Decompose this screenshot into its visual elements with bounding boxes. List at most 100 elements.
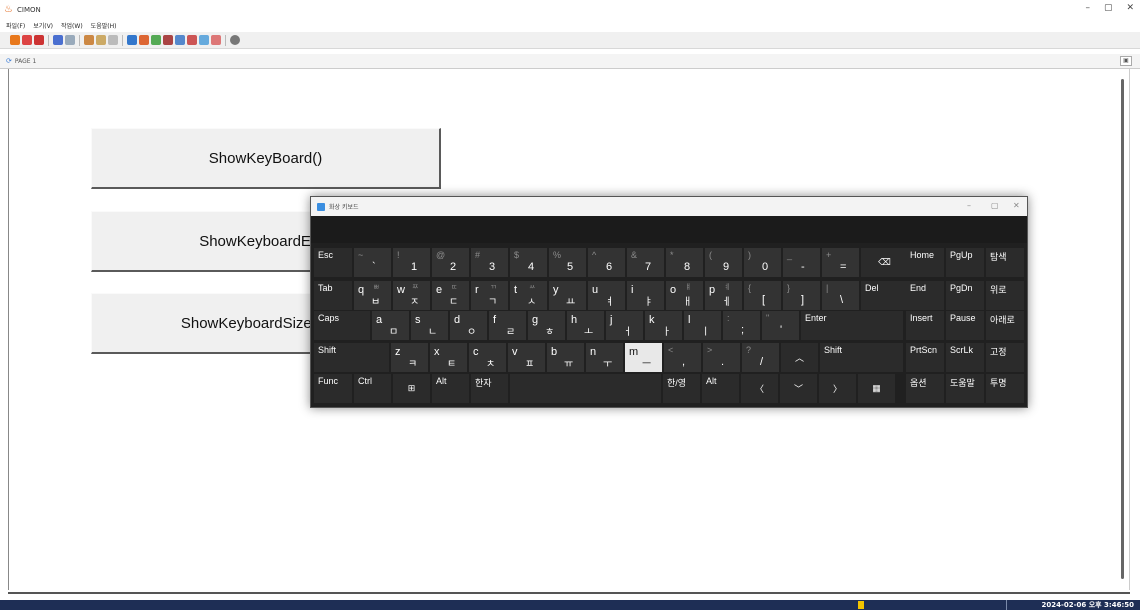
osk-comma-key[interactable]: <, <box>664 343 701 372</box>
osk-fade-key[interactable]: 투명 <box>986 374 1024 403</box>
osk-insert-key[interactable]: Insert <box>906 311 944 340</box>
osk-2-key[interactable]: @2 <box>432 248 469 277</box>
osk-caps-key[interactable]: Caps <box>314 311 370 340</box>
osk-backspace-key[interactable]: ⌫ <box>861 248 908 277</box>
download-icon[interactable] <box>175 35 185 45</box>
osk-f-key[interactable]: fㄹ <box>489 311 526 340</box>
restore-window-icon[interactable]: ▣ <box>1120 56 1132 66</box>
osk-home-key[interactable]: Home <box>906 248 944 277</box>
osk-shift-right-key[interactable]: Shift <box>820 343 903 372</box>
osk-slash-key[interactable]: ? / <box>742 343 779 372</box>
osk-7-key[interactable]: & 7 <box>627 248 664 277</box>
osk-scrlk-key[interactable]: ScrLk <box>946 343 984 372</box>
record-icon[interactable] <box>187 35 197 45</box>
osk-minus-key[interactable]: _ - <box>783 248 820 277</box>
osk-dock-key[interactable]: 고정 <box>986 343 1024 372</box>
osk-6-key[interactable]: ^ 6 <box>588 248 625 277</box>
script-icon[interactable] <box>96 35 106 45</box>
osk-e-key[interactable]: e ㄸㄷ <box>432 281 469 310</box>
osk-8-key[interactable]: * 8 <box>666 248 703 277</box>
save-icon[interactable] <box>53 35 63 45</box>
new-project-icon[interactable] <box>10 35 20 45</box>
tag-icon[interactable] <box>84 35 94 45</box>
menu-work[interactable]: 작업(W) <box>61 21 83 30</box>
osk-navigate-key[interactable]: 탐색 <box>986 248 1024 277</box>
osk-w-key[interactable]: wㅉㅈ <box>393 281 430 310</box>
screen-icon[interactable] <box>127 35 137 45</box>
osk-alt-right-key[interactable]: Alt <box>702 374 739 403</box>
osk-windows-key[interactable]: ⊞ <box>393 374 430 403</box>
osk-0-key[interactable]: ) 0 <box>744 248 781 277</box>
alarm-icon[interactable] <box>163 35 173 45</box>
osk-backtick-key[interactable]: ~ ` <box>354 248 391 277</box>
osk-right-bracket-key[interactable]: }] <box>783 281 820 310</box>
osk-o-key[interactable]: o ㅒㅐ <box>666 281 703 310</box>
osk-y-key[interactable]: yㅛ <box>549 281 586 310</box>
undo-icon[interactable] <box>65 35 75 45</box>
osk-maximize-icon[interactable]: ▢ <box>991 201 999 210</box>
osk-ctrl-key[interactable]: Ctrl <box>354 374 391 403</box>
osk-9-key[interactable]: (9 <box>705 248 742 277</box>
menu-file[interactable]: 파일(F) <box>6 21 25 30</box>
osk-help-key[interactable]: 도움말 <box>946 374 984 403</box>
osk-context-menu-key[interactable]: ▦ <box>858 374 895 403</box>
osk-down-arrow-key[interactable]: ﹀ <box>780 374 817 403</box>
osk-l-key[interactable]: lㅣ <box>684 311 721 340</box>
osk-up-arrow-key[interactable]: ︿ <box>781 343 818 372</box>
osk-backslash-key[interactable]: | \ <box>822 281 859 310</box>
report-icon[interactable] <box>211 35 221 45</box>
settings-icon[interactable] <box>108 35 118 45</box>
osk-q-key[interactable]: q ㅃㅂ <box>354 281 391 310</box>
osk-p-key[interactable]: p ㅖㅔ <box>705 281 742 310</box>
osk-alt-left-key[interactable]: Alt <box>432 374 469 403</box>
osk-pause-key[interactable]: Pause <box>946 311 984 340</box>
osk-k-key[interactable]: kㅏ <box>645 311 682 340</box>
osk-func-key[interactable]: Func <box>314 374 352 403</box>
close-icon[interactable]: ✕ <box>1126 3 1134 13</box>
network-icon[interactable] <box>151 35 161 45</box>
osk-d-key[interactable]: dㅇ <box>450 311 487 340</box>
osk-j-key[interactable]: jㅓ <box>606 311 643 340</box>
osk-period-key[interactable]: >. <box>703 343 740 372</box>
trend-icon[interactable] <box>199 35 209 45</box>
osk-del-key[interactable]: Del <box>861 281 908 310</box>
osk-u-key[interactable]: uㅕ <box>588 281 625 310</box>
osk-3-key[interactable]: #3 <box>471 248 508 277</box>
scrollbar-thumb[interactable] <box>1121 79 1124 579</box>
osk-g-key[interactable]: gㅎ <box>528 311 565 340</box>
osk-prtscn-key[interactable]: PrtScn <box>906 343 944 372</box>
osk-z-key[interactable]: zㅋ <box>391 343 428 372</box>
osk-b-key[interactable]: bㅠ <box>547 343 584 372</box>
osk-h-key[interactable]: hㅗ <box>567 311 604 340</box>
osk-esc-key[interactable]: Esc <box>314 248 352 277</box>
osk-1-key[interactable]: ! 1 <box>393 248 430 277</box>
osk-shift-left-key[interactable]: Shift <box>314 343 389 372</box>
osk-enter-key[interactable]: Enter <box>801 311 903 340</box>
osk-quote-key[interactable]: " ' <box>762 311 799 340</box>
osk-r-key[interactable]: r ㄲㄱ <box>471 281 508 310</box>
osk-down-key[interactable]: 아래로 <box>986 311 1024 340</box>
osk-close-icon[interactable]: ✕ <box>1013 201 1020 210</box>
osk-hanja-key[interactable]: 한자 <box>471 374 508 403</box>
menu-view[interactable]: 보기(V) <box>33 21 53 30</box>
help-icon[interactable] <box>230 35 240 45</box>
osk-4-key[interactable]: $4 <box>510 248 547 277</box>
minimize-icon[interactable]: – <box>1085 3 1090 13</box>
osk-5-key[interactable]: % 5 <box>549 248 586 277</box>
osk-right-arrow-key[interactable]: 〉 <box>819 374 856 403</box>
horizontal-scrollbar[interactable] <box>8 592 1130 594</box>
show-keyboard-button[interactable]: ShowKeyBoard() <box>91 128 441 189</box>
osk-m-key[interactable]: mㅡ <box>625 343 662 372</box>
osk-a-key[interactable]: aㅁ <box>372 311 409 340</box>
osk-end-key[interactable]: End <box>906 281 944 310</box>
vertical-scrollbar[interactable] <box>1121 79 1125 579</box>
osk-c-key[interactable]: cㅊ <box>469 343 506 372</box>
osk-left-arrow-key[interactable]: 〈 <box>741 374 778 403</box>
osk-v-key[interactable]: vㅍ <box>508 343 545 372</box>
osk-minimize-icon[interactable]: – <box>967 201 971 210</box>
osk-n-key[interactable]: nㅜ <box>586 343 623 372</box>
osk-i-key[interactable]: iㅑ <box>627 281 664 310</box>
osk-pgdn-key[interactable]: PgDn <box>946 281 984 310</box>
osk-tab-key[interactable]: Tab <box>314 281 352 310</box>
osk-t-key[interactable]: t ㅆㅅ <box>510 281 547 310</box>
